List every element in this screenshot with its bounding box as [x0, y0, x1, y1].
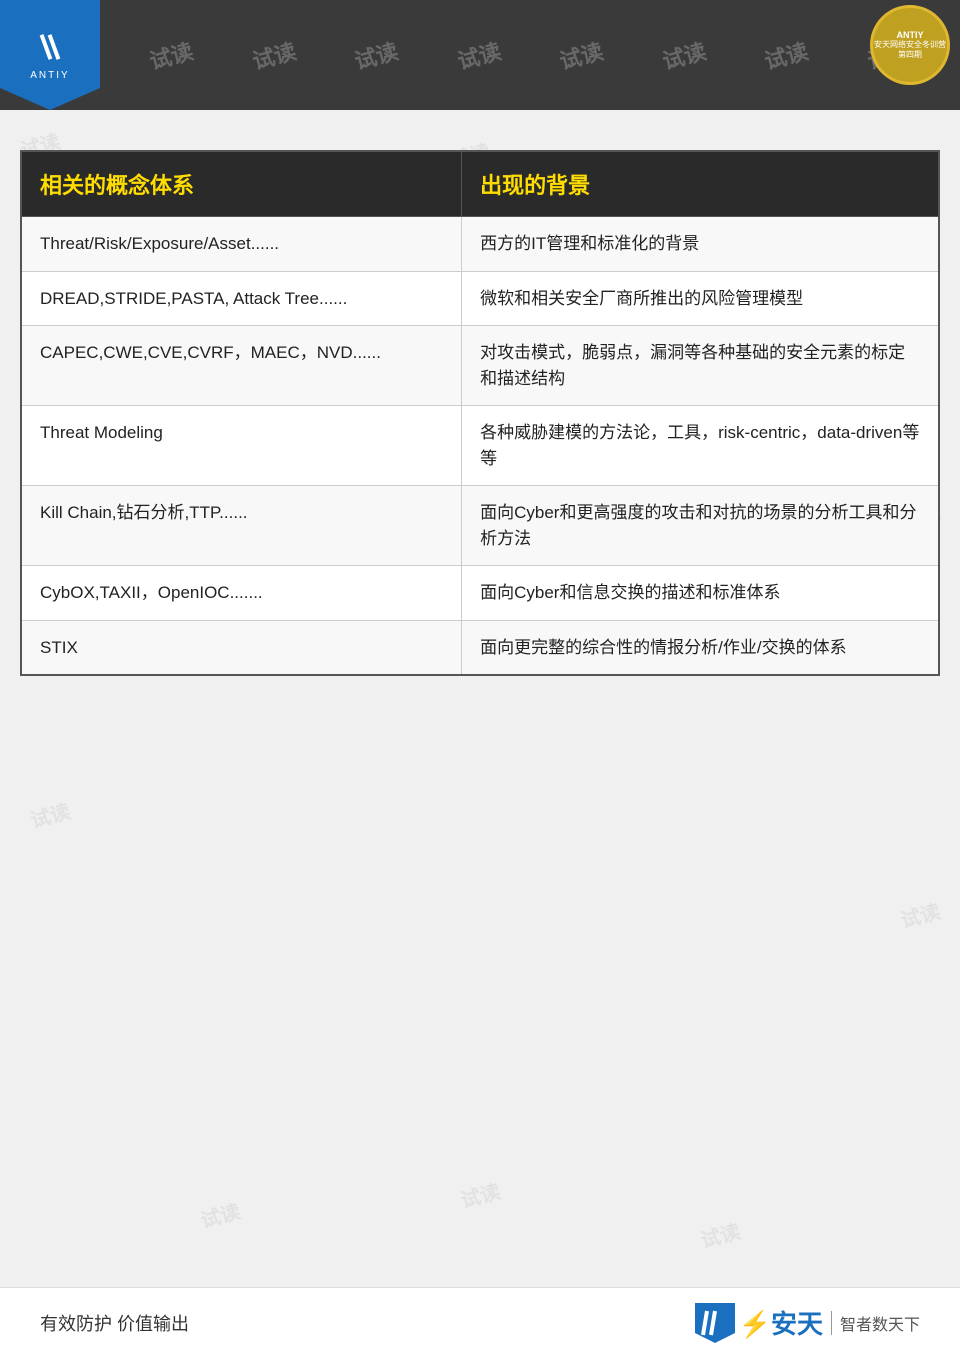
watermark-7: 试读 — [761, 34, 812, 76]
bg-wm-10: 试读 — [457, 1175, 503, 1213]
table-cell-col1: CAPEC,CWE,CVE,CVRF，MAEC，NVD...... — [21, 326, 462, 406]
table-cell-col2: 各种威胁建模的方法论，工具，risk-centric，data-driven等等 — [462, 406, 939, 486]
header: ANTIY 试读 试读 试读 试读 试读 试读 试读 试读 ANTIY 安天网络… — [0, 0, 960, 110]
header-watermarks: 试读 试读 试读 试读 试读 试读 试读 试读 — [100, 0, 960, 110]
table-cell-col1: Threat Modeling — [21, 406, 462, 486]
badge-antiy: ANTIY — [897, 30, 924, 40]
badge-text: 安天网络安全冬训营第四期 — [873, 40, 947, 61]
footer-logo: ⚡安天 智者数天下 — [695, 1303, 920, 1343]
watermark-5: 试读 — [556, 34, 607, 76]
table-header-row: 相关的概念体系 出现的背景 — [21, 151, 939, 217]
header-badge: ANTIY 安天网络安全冬训营第四期 — [870, 5, 950, 85]
table-row: CybOX,TAXII，OpenIOC.......面向Cyber和信息交换的描… — [21, 566, 939, 621]
logo-icon — [32, 30, 68, 66]
table-cell-col2: 西方的IT管理和标准化的背景 — [462, 217, 939, 272]
table-row: Threat/Risk/Exposure/Asset......西方的IT管理和… — [21, 217, 939, 272]
table-cell-col2: 面向Cyber和更高强度的攻击和对抗的场景的分析工具和分析方法 — [462, 486, 939, 566]
logo-text: ANTIY — [30, 70, 69, 81]
footer: 有效防护 价值输出 ⚡安天 智者数天下 — [0, 1287, 960, 1357]
table-cell-col1: CybOX,TAXII，OpenIOC....... — [21, 566, 462, 621]
watermark-1: 试读 — [146, 34, 197, 76]
table-cell-col1: STIX — [21, 620, 462, 675]
footer-logo-icon — [695, 1303, 735, 1343]
bg-wm-12: 试读 — [697, 1215, 743, 1253]
table-cell-col1: Threat/Risk/Exposure/Asset...... — [21, 217, 462, 272]
bg-wm-11: 试读 — [197, 1195, 243, 1233]
table-cell-col2: 面向Cyber和信息交换的描述和标准体系 — [462, 566, 939, 621]
col1-header: 相关的概念体系 — [21, 151, 462, 217]
table-row: DREAD,STRIDE,PASTA, Attack Tree......微软和… — [21, 271, 939, 326]
table-row: Kill Chain,钻石分析,TTP......面向Cyber和更高强度的攻击… — [21, 486, 939, 566]
table-cell-col1: Kill Chain,钻石分析,TTP...... — [21, 486, 462, 566]
watermark-2: 试读 — [248, 34, 299, 76]
col2-header: 出现的背景 — [462, 151, 939, 217]
table-row: STIX面向更完整的综合性的情报分析/作业/交换的体系 — [21, 620, 939, 675]
footer-slogan: 有效防护 价值输出 — [40, 1310, 189, 1336]
table-cell-col2: 面向更完整的综合性的情报分析/作业/交换的体系 — [462, 620, 939, 675]
logo-block: ANTIY — [0, 0, 100, 110]
bg-wm-7: 试读 — [27, 795, 73, 833]
watermark-6: 试读 — [658, 34, 709, 76]
watermark-4: 试读 — [453, 34, 504, 76]
footer-brand: ⚡安天 — [739, 1304, 823, 1341]
table-cell-col1: DREAD,STRIDE,PASTA, Attack Tree...... — [21, 271, 462, 326]
table-row: CAPEC,CWE,CVE,CVRF，MAEC，NVD......对攻击模式，脆… — [21, 326, 939, 406]
main-content: 相关的概念体系 出现的背景 Threat/Risk/Exposure/Asset… — [20, 150, 940, 676]
bg-wm-9: 试读 — [897, 895, 943, 933]
table-cell-col2: 对攻击模式，脆弱点，漏洞等各种基础的安全元素的标定和描述结构 — [462, 326, 939, 406]
footer-sub: 智者数天下 — [831, 1311, 920, 1335]
main-table: 相关的概念体系 出现的背景 Threat/Risk/Exposure/Asset… — [20, 150, 940, 676]
table-row: Threat Modeling各种威胁建模的方法论，工具，risk-centri… — [21, 406, 939, 486]
watermark-3: 试读 — [351, 34, 402, 76]
table-cell-col2: 微软和相关安全厂商所推出的风险管理模型 — [462, 271, 939, 326]
